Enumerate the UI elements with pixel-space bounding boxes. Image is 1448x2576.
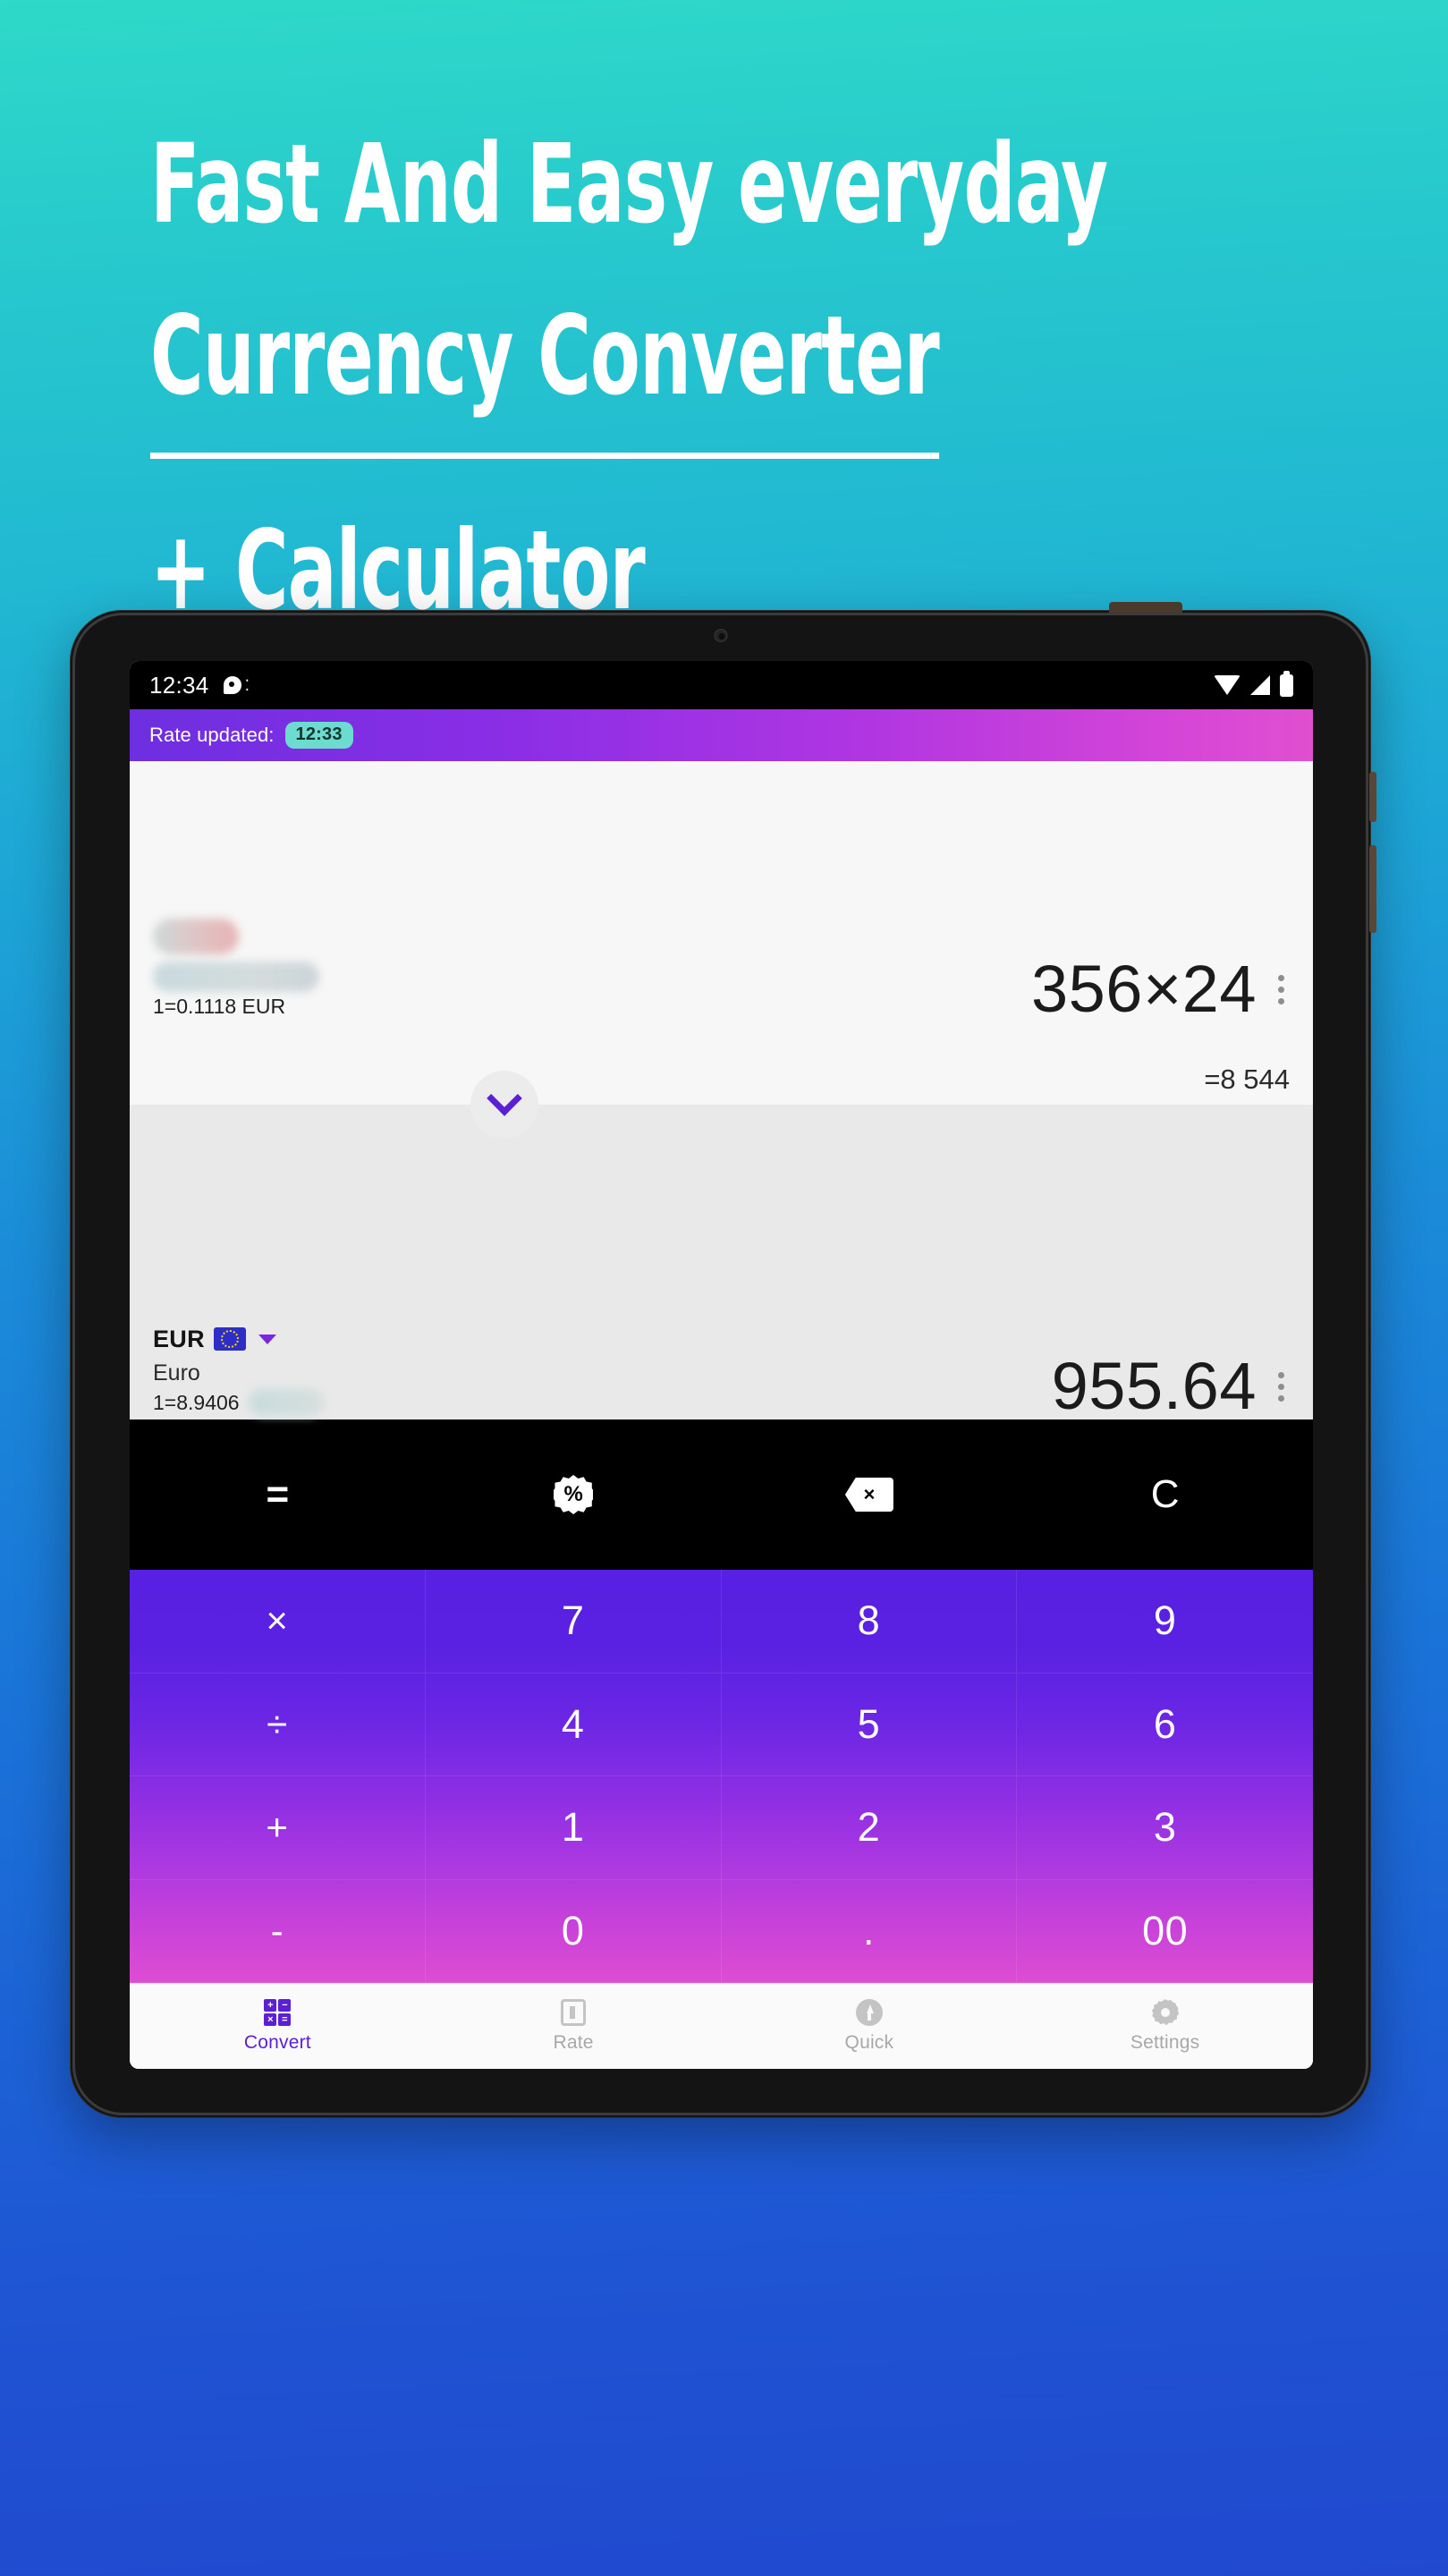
to-amount-wrap: 955.64 (1052, 1353, 1290, 1419)
from-overflow-menu-icon[interactable] (1273, 968, 1290, 1012)
from-currency-name-redacted (153, 962, 319, 992)
key-0[interactable]: 0 (425, 1879, 722, 1983)
status-bar-time: 12:34 (149, 671, 209, 699)
function-bar: = % × C (130, 1419, 1313, 1570)
equals-label: = (266, 1472, 290, 1516)
equals-button[interactable]: = (130, 1419, 426, 1570)
bottom-navigation: + − × = Convert Rate Quick Settings (130, 1983, 1313, 2069)
key-1[interactable]: 1 (425, 1776, 722, 1880)
headline-line-2-wrap: Currency Converter (150, 270, 1224, 485)
key-6[interactable]: 6 (1017, 1674, 1313, 1776)
to-currency-code-line[interactable]: EUR (153, 1320, 324, 1358)
from-currency-panel[interactable]: 1=0.1118 EUR 356×24 =8 544 (130, 761, 1313, 1105)
key-decimal[interactable]: . (721, 1879, 1018, 1983)
power-button[interactable] (1369, 772, 1376, 822)
clear-button[interactable]: C (1017, 1419, 1313, 1570)
key-9[interactable]: 9 (1017, 1570, 1313, 1674)
calculator-keypad: × 7 8 9 ÷ 4 5 6 + 1 2 3 - 0 . 00 (130, 1570, 1313, 1983)
nav-item-settings[interactable]: Settings (1017, 1984, 1313, 2069)
volume-button[interactable] (1369, 845, 1376, 933)
key-8[interactable]: 8 (721, 1570, 1018, 1674)
chevron-down-icon (487, 1080, 522, 1116)
from-amount-expression[interactable]: 356×24 (1031, 956, 1257, 1022)
from-amount-wrap: 356×24 (1031, 956, 1290, 1022)
key-4[interactable]: 4 (425, 1673, 722, 1776)
nav-item-rate[interactable]: Rate (426, 1984, 722, 2069)
status-bar: 12:34 ⁚ (130, 661, 1313, 709)
wifi-icon (1214, 675, 1241, 695)
from-currency-selector[interactable]: 1=0.1118 EUR (153, 919, 319, 1022)
backspace-button[interactable]: × (722, 1419, 1018, 1570)
key-3[interactable]: 3 (1017, 1776, 1313, 1880)
nav-label-settings: Settings (1130, 2032, 1200, 2053)
key-2[interactable]: 2 (721, 1776, 1018, 1880)
flash-icon (855, 1999, 883, 2026)
battery-icon (1280, 670, 1293, 697)
front-camera-icon (714, 629, 727, 642)
to-rate-currency-redacted (248, 1389, 324, 1416)
device-screen: 12:34 ⁚ Rate updated: 12:33 1=0.1118 EUR… (130, 661, 1313, 2069)
notification-dots-icon: ⁚ (244, 676, 250, 694)
to-overflow-menu-icon[interactable] (1273, 1365, 1290, 1409)
status-bar-icons (1214, 670, 1293, 697)
to-row: EUR Euro 1=8.9406 955.64 (153, 1320, 1290, 1419)
nav-label-rate: Rate (553, 2032, 594, 2053)
to-rate-text: 1=8.9406 (153, 1390, 240, 1414)
chart-icon (561, 1999, 587, 2026)
nav-label-quick: Quick (844, 2032, 894, 2053)
top-hardware-button[interactable] (1109, 602, 1182, 613)
tablet-device: 12:34 ⁚ Rate updated: 12:33 1=0.1118 EUR… (70, 602, 1376, 2118)
to-currency-panel[interactable]: EUR Euro 1=8.9406 955.64 (130, 1071, 1313, 1419)
poster: Fast And Easy everyday Currency Converte… (0, 0, 1448, 2576)
key-multiply[interactable]: × (130, 1570, 426, 1674)
notification-area: ⁚ (223, 676, 250, 694)
from-result: =8 544 (1204, 1063, 1290, 1095)
from-rate-text: 1=0.1118 EUR (153, 995, 286, 1018)
headline-line-2: Currency Converter (150, 270, 940, 459)
nav-item-quick[interactable]: Quick (722, 1984, 1018, 2069)
app-bar: Rate updated: 12:33 (130, 709, 1313, 761)
to-currency-selector[interactable]: EUR Euro 1=8.9406 (153, 1320, 324, 1419)
key-divide[interactable]: ÷ (130, 1673, 426, 1776)
clear-label: C (1150, 1472, 1180, 1516)
key-5[interactable]: 5 (721, 1673, 1018, 1776)
convert-grid-icon: + − × = (264, 1999, 292, 2026)
key-7[interactable]: 7 (425, 1570, 722, 1674)
key-double-zero[interactable]: 00 (1017, 1880, 1313, 1983)
chevron-down-icon[interactable] (258, 1334, 276, 1344)
notification-bubble-icon (223, 676, 241, 694)
headline-block: Fast And Easy everyday Currency Converte… (150, 98, 1224, 657)
key-plus[interactable]: + (130, 1776, 426, 1880)
from-currency-code-redacted (153, 919, 239, 954)
to-currency-code: EUR (153, 1325, 205, 1352)
to-currency-name: Euro (153, 1360, 200, 1385)
rate-updated-label: Rate updated: (149, 724, 275, 746)
nav-item-convert[interactable]: + − × = Convert (130, 1984, 426, 2069)
percent-badge-icon: % (554, 1475, 594, 1514)
from-row: 1=0.1118 EUR 356×24 (153, 919, 1290, 1022)
eu-flag-icon (213, 1327, 246, 1351)
rate-updated-time-badge: 12:33 (284, 722, 353, 749)
percent-button[interactable]: % (426, 1419, 722, 1570)
to-rate-line: 1=8.9406 (153, 1389, 324, 1416)
gear-icon (1151, 1999, 1179, 2026)
headline-line-1: Fast And Easy everyday (150, 121, 1108, 248)
to-amount-value[interactable]: 955.64 (1052, 1353, 1257, 1419)
backspace-icon: × (844, 1478, 893, 1512)
nav-label-convert: Convert (243, 2032, 311, 2053)
key-minus[interactable]: - (130, 1879, 426, 1983)
swap-currencies-button[interactable] (470, 1071, 538, 1139)
signal-icon (1250, 675, 1270, 695)
